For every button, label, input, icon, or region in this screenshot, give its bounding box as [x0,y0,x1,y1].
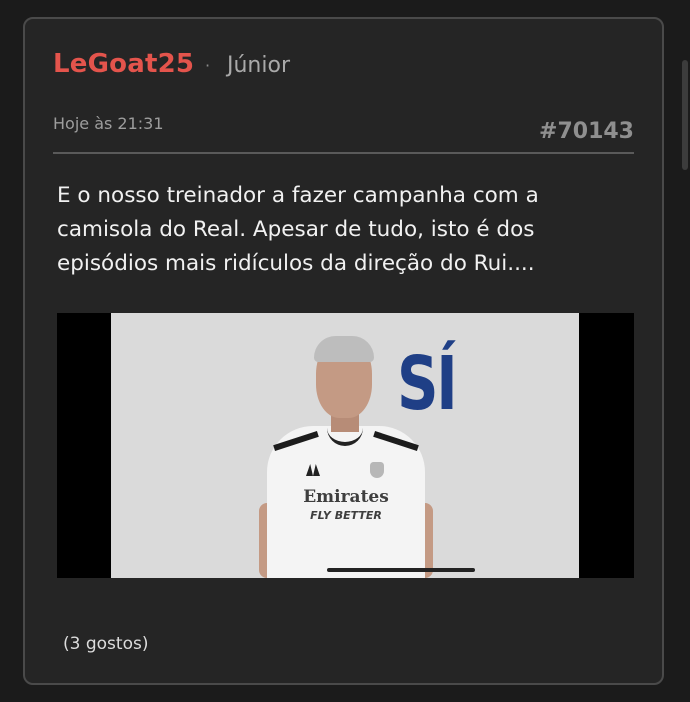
jersey-sponsor-tagline: FLY BETTER [310,509,382,522]
header-divider [53,152,634,154]
post-card: LeGoat25 · Júnior Hoje às 21:31 #70143 E… [23,17,664,685]
scrollbar-thumb[interactable] [682,60,688,170]
likes-count[interactable]: (3 gostos) [63,634,148,654]
hair [314,336,374,362]
club-crest-icon [370,462,384,478]
jersey-sponsor-text: Emirates [303,487,389,507]
post-timestamp[interactable]: Hoje às 21:31 [53,114,164,133]
video-scrub-bar[interactable] [327,568,475,572]
person-figure: Emirates FLY BETTER [259,336,433,578]
post-body-text: E o nosso treinador a fazer campanha com… [57,183,539,276]
post-number-link[interactable]: #70143 [539,119,634,144]
embedded-video[interactable]: SÍ Emirates FLY BETTER [57,313,634,578]
user-rank-label: Júnior [227,53,290,78]
page-scrollbar[interactable] [680,0,690,702]
video-frame[interactable]: SÍ Emirates FLY BETTER [111,313,579,578]
username-link[interactable]: LeGoat25 [53,49,194,79]
meta-separator: · [205,56,211,75]
